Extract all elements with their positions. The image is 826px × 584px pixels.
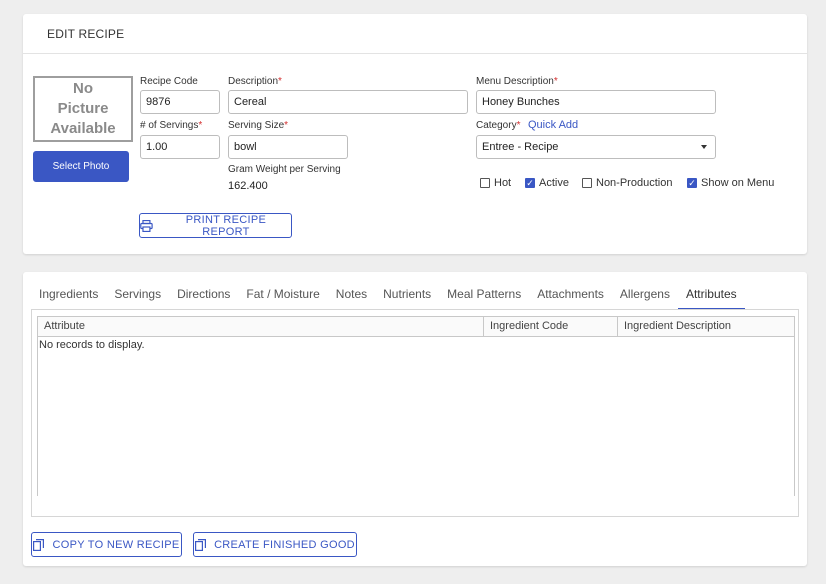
recipe-tabs-card: Ingredients Servings Directions Fat / Mo… (23, 272, 807, 566)
checkbox-icon[interactable]: ✓ (525, 178, 535, 188)
serving-size-input[interactable]: bowl (228, 135, 348, 159)
checkbox-active[interactable]: ✓ Active (525, 177, 569, 189)
photo-placeholder-text: Available (50, 120, 116, 137)
checkbox-label: Active (539, 177, 569, 189)
menu-description-label: Menu Description* (476, 76, 558, 87)
tab-ingredients[interactable]: Ingredients (39, 286, 98, 310)
tab-notes[interactable]: Notes (336, 286, 367, 310)
photo-placeholder: No Picture Available (33, 76, 133, 142)
copy-icon (195, 538, 207, 551)
photo-placeholder-text: Picture (57, 100, 109, 117)
category-selected-value: Entree - Recipe (482, 141, 559, 153)
card-header: EDIT RECIPE (23, 14, 807, 54)
print-button-label: PRINT RECIPE REPORT (185, 213, 267, 238)
photo-placeholder-text: No (73, 80, 93, 97)
description-label: Description* (228, 76, 282, 87)
serving-size-label: Serving Size* (228, 120, 289, 131)
empty-grid-message: No records to display. (39, 339, 145, 351)
copy-button-label: COPY TO NEW RECIPE (52, 538, 180, 551)
printer-icon (140, 219, 153, 232)
gram-weight-value: 162.400 (228, 180, 268, 192)
tab-meal-patterns[interactable]: Meal Patterns (447, 286, 521, 310)
tab-allergens[interactable]: Allergens (620, 286, 670, 310)
attributes-grid: Attribute Ingredient Code Ingredient Des… (37, 316, 795, 496)
tab-attachments[interactable]: Attachments (537, 286, 604, 310)
quick-add-link[interactable]: Quick Add (528, 119, 578, 131)
copy-icon (33, 538, 45, 551)
servings-label: # of Servings* (140, 120, 203, 131)
checkbox-hot[interactable]: Hot (480, 177, 511, 189)
servings-input[interactable]: 1.00 (140, 135, 220, 159)
tab-nutrients[interactable]: Nutrients (383, 286, 431, 310)
checkbox-icon[interactable] (480, 178, 490, 188)
menu-description-input[interactable]: Honey Bunches (476, 90, 716, 114)
recipe-details-card: EDIT RECIPE No Picture Available Select … (23, 14, 807, 254)
tab-panel: Attribute Ingredient Code Ingredient Des… (31, 309, 799, 517)
checkbox-icon[interactable] (582, 178, 592, 188)
recipe-code-input[interactable]: 9876 (140, 90, 220, 114)
checkbox-label: Non-Production (596, 177, 673, 189)
checkbox-show-on-menu[interactable]: ✓ Show on Menu (687, 177, 774, 189)
checkbox-label: Hot (494, 177, 512, 189)
gram-weight-label: Gram Weight per Serving (228, 164, 341, 175)
print-recipe-report-button[interactable]: PRINT RECIPE REPORT (139, 213, 292, 238)
category-select[interactable]: Entree - Recipe (476, 135, 716, 159)
category-label: Category* (476, 120, 521, 131)
tab-servings[interactable]: Servings (114, 286, 161, 310)
column-header-attribute[interactable]: Attribute (38, 317, 484, 336)
tab-fat-moisture[interactable]: Fat / Moisture (246, 286, 319, 310)
checkbox-icon[interactable]: ✓ (687, 178, 697, 188)
tab-bar: Ingredients Servings Directions Fat / Mo… (39, 286, 753, 310)
grid-header: Attribute Ingredient Code Ingredient Des… (38, 317, 794, 337)
column-header-ingredient-code[interactable]: Ingredient Code (484, 317, 618, 336)
checkbox-non-production[interactable]: Non-Production (582, 177, 672, 189)
chevron-down-icon (701, 145, 707, 149)
tab-directions[interactable]: Directions (177, 286, 230, 310)
recipe-code-label: Recipe Code (140, 76, 198, 87)
checkbox-label: Show on Menu (701, 177, 775, 189)
select-photo-button[interactable]: Select Photo (33, 151, 129, 182)
finished-good-button-label: CREATE FINISHED GOOD (214, 538, 355, 551)
description-input[interactable]: Cereal (228, 90, 468, 114)
tab-attributes[interactable]: Attributes (677, 286, 745, 310)
copy-to-new-recipe-button[interactable]: COPY TO NEW RECIPE (31, 532, 182, 557)
create-finished-good-button[interactable]: CREATE FINISHED GOOD (193, 532, 357, 557)
column-header-ingredient-description[interactable]: Ingredient Description (618, 317, 794, 336)
page-title: EDIT RECIPE (47, 27, 125, 41)
